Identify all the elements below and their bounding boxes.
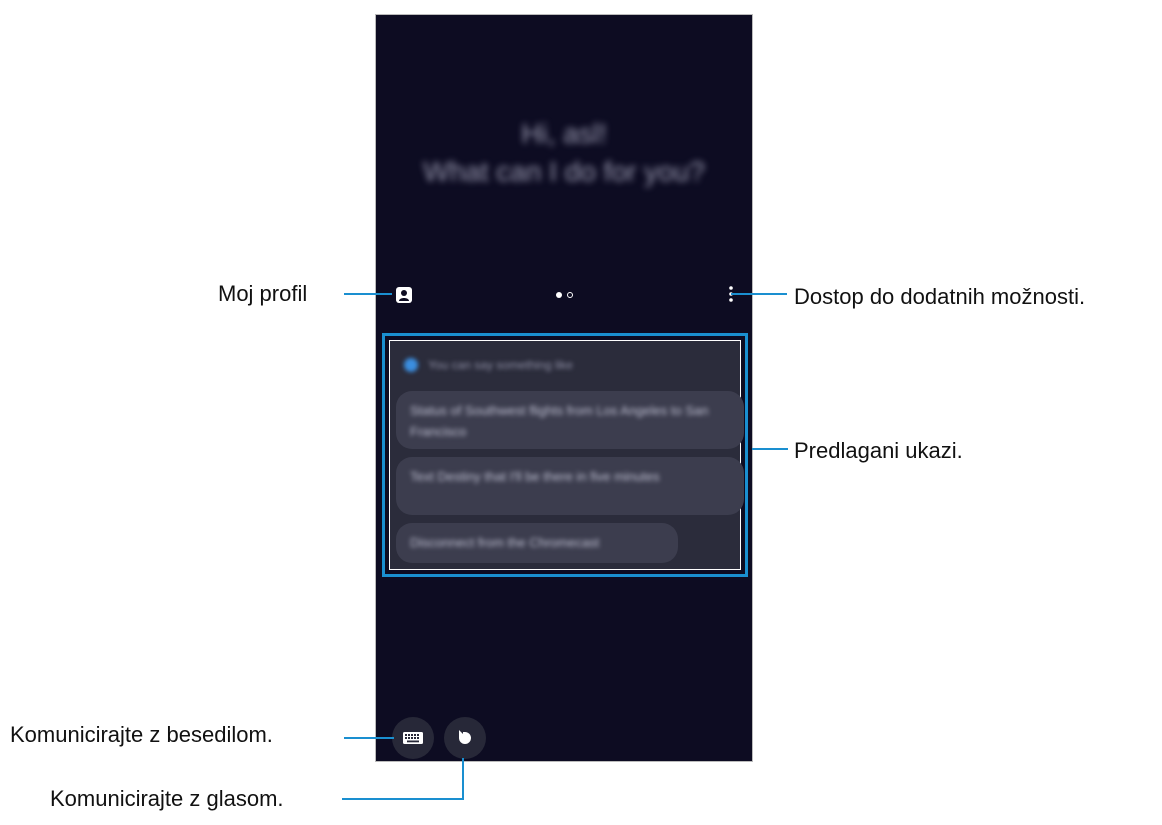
suggestion-bubble[interactable]: Status of Southwest flights from Los Ang… bbox=[396, 391, 744, 449]
callout-line-more bbox=[731, 293, 787, 295]
suggestion-text: Text Destiny that I'll be there in five … bbox=[410, 469, 660, 484]
profile-icon[interactable] bbox=[396, 287, 412, 303]
greeting: Hi, asl! What can I do for you? bbox=[376, 115, 752, 191]
hint-row: You can say something like bbox=[404, 358, 573, 372]
page-indicator bbox=[556, 292, 573, 298]
callout-line-profile bbox=[344, 293, 392, 295]
callout-suggested: Predlagani ukazi. bbox=[794, 438, 963, 463]
callout-voice: Komunicirajte z glasom. bbox=[50, 786, 284, 811]
greeting-line-1: Hi, asl! bbox=[521, 118, 607, 149]
hint-text: You can say something like bbox=[428, 358, 573, 372]
bixby-hint-icon bbox=[404, 358, 418, 372]
callout-line-suggested bbox=[752, 448, 788, 450]
callout-line-text bbox=[344, 737, 394, 739]
callout-line-voice-horizontal bbox=[342, 798, 464, 800]
keyboard-icon bbox=[403, 732, 423, 744]
callout-line-voice-vertical bbox=[462, 758, 464, 800]
suggestion-bubble[interactable]: Text Destiny that I'll be there in five … bbox=[396, 457, 744, 515]
suggested-commands-card: You can say something like Status of Sou… bbox=[389, 340, 744, 570]
page-dot-active bbox=[556, 292, 562, 298]
callout-profile: Moj profil bbox=[218, 281, 308, 306]
callout-text: Komunicirajte z besedilom. bbox=[10, 722, 273, 747]
phone-screen: Hi, asl! What can I do for you? You can … bbox=[375, 14, 753, 762]
page-dot-inactive bbox=[567, 292, 573, 298]
greeting-line-2: What can I do for you? bbox=[423, 156, 705, 187]
callout-more: Dostop do dodatnih možnosti. bbox=[794, 284, 1086, 309]
keyboard-button[interactable] bbox=[392, 717, 434, 759]
voice-button[interactable] bbox=[444, 717, 486, 759]
suggested-commands-highlight: You can say something like Status of Sou… bbox=[382, 333, 748, 577]
suggestion-text: Status of Southwest flights from Los Ang… bbox=[410, 403, 709, 439]
suggestion-text: Disconnect from the Chromecast bbox=[410, 535, 600, 550]
bixby-voice-icon bbox=[459, 730, 471, 744]
suggestion-bubble[interactable]: Disconnect from the Chromecast bbox=[396, 523, 678, 563]
